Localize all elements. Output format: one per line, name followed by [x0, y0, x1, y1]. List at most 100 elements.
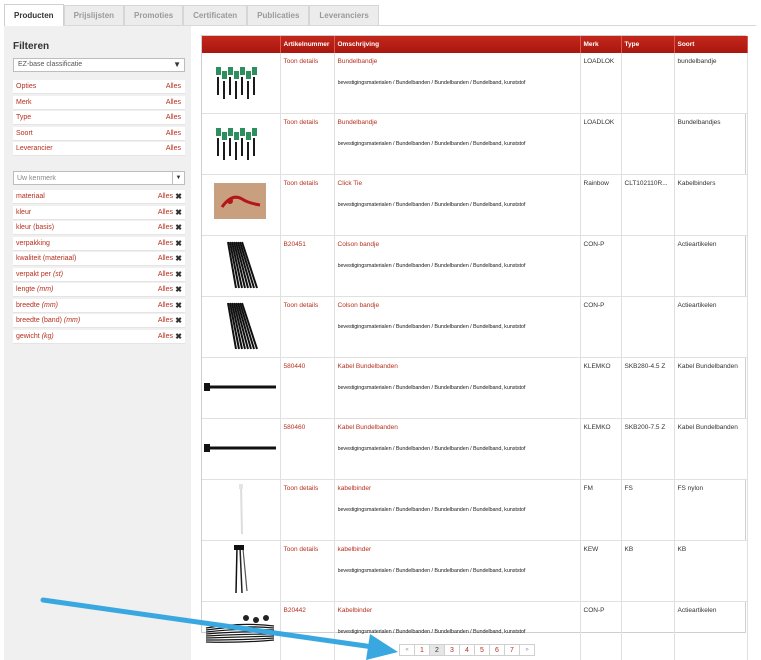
kenmerk-row[interactable]: verpakt per (st) Alles ✖ — [13, 267, 185, 282]
pager-page-4[interactable]: 4 — [459, 644, 475, 656]
product-link[interactable]: Bundelbandje — [338, 58, 577, 65]
kenmerk-value[interactable]: Alles — [158, 255, 173, 262]
pager-next-button[interactable]: » — [519, 644, 535, 656]
kenmerk-row[interactable]: breedte (band) (mm) Alles ✖ — [13, 314, 185, 328]
filter-value[interactable]: Alles — [166, 145, 181, 152]
artikel-link[interactable]: Toon details — [284, 302, 319, 309]
kenmerk-row[interactable]: materiaal Alles ✖ — [13, 190, 185, 204]
table-row[interactable]: Toon details Click Tie bevestigingsmateria… — [202, 174, 748, 236]
column-header[interactable]: Soort — [674, 36, 748, 53]
image-cell[interactable] — [202, 113, 281, 175]
kenmerk-search[interactable]: ▼ — [13, 171, 185, 185]
kenmerk-row[interactable]: lengte (mm) Alles ✖ — [13, 283, 185, 297]
kenmerk-dropdown-button[interactable]: ▼ — [172, 172, 184, 184]
artikel-link[interactable]: 580440 — [284, 363, 306, 370]
remove-icon[interactable]: ✖ — [175, 332, 182, 341]
product-link[interactable]: kabelbinder — [338, 485, 577, 492]
image-cell[interactable] — [202, 540, 281, 602]
remove-icon[interactable]: ✖ — [175, 208, 182, 217]
column-header[interactable] — [202, 36, 281, 53]
image-cell[interactable] — [202, 357, 281, 419]
kenmerk-row[interactable]: breedte (mm) Alles ✖ — [13, 298, 185, 313]
filter-value[interactable]: Alles — [166, 83, 181, 90]
product-link[interactable]: Kabelbinder — [338, 607, 577, 614]
pager-page-2[interactable]: 2 — [429, 644, 445, 656]
image-cell[interactable] — [202, 418, 281, 480]
kenmerk-row[interactable]: kwaliteit (materiaal) Alles ✖ — [13, 252, 185, 266]
product-image[interactable] — [202, 419, 280, 477]
product-link[interactable]: Colson bandje — [338, 241, 577, 248]
table-row[interactable]: Toon details Bundelbandje bevestigingsmate… — [202, 113, 748, 175]
image-cell[interactable] — [202, 479, 281, 541]
kenmerk-value[interactable]: Alles — [158, 333, 173, 340]
pager-page-7[interactable]: 7 — [504, 644, 520, 656]
table-row[interactable]: B20451 Colson bandje bevestigingsmateriale… — [202, 235, 748, 297]
product-image[interactable] — [202, 358, 280, 416]
tab-publicaties[interactable]: Publicaties — [247, 5, 310, 25]
filter-row-merk[interactable]: Merk Alles — [13, 95, 185, 110]
kenmerk-row[interactable]: kleur (basis) Alles ✖ — [13, 221, 185, 235]
kenmerk-value[interactable]: Alles — [158, 286, 173, 293]
image-cell[interactable] — [202, 296, 281, 358]
pager-page-1[interactable]: 1 — [414, 644, 430, 656]
tab-certificaten[interactable]: Certificaten — [183, 5, 248, 25]
kenmerk-value[interactable]: Alles — [158, 224, 173, 231]
filter-row-opties[interactable]: Opties Alles — [13, 80, 185, 94]
remove-icon[interactable]: ✖ — [175, 316, 182, 325]
column-header[interactable]: Omschrijving — [334, 36, 581, 53]
artikel-link[interactable]: Toon details — [284, 58, 319, 65]
product-link[interactable]: kabelbinder — [338, 546, 577, 553]
remove-icon[interactable]: ✖ — [175, 223, 182, 232]
remove-icon[interactable]: ✖ — [175, 254, 182, 263]
kenmerk-value[interactable]: Alles — [158, 240, 173, 247]
product-link[interactable]: Kabel Bundelbanden — [338, 424, 577, 431]
tab-promoties[interactable]: Promoties — [124, 5, 184, 25]
kenmerk-row[interactable]: gewicht (kg) Alles ✖ — [13, 329, 185, 344]
product-link[interactable]: Colson bandje — [338, 302, 577, 309]
artikel-link[interactable]: B20451 — [284, 241, 306, 248]
filter-row-leverancier[interactable]: Leverancier Alles — [13, 142, 185, 156]
filter-value[interactable]: Alles — [166, 99, 181, 106]
column-header[interactable]: Artikelnummer — [280, 36, 335, 53]
tab-leveranciers[interactable]: Leveranciers — [309, 5, 379, 25]
kenmerk-value[interactable]: Alles — [158, 193, 173, 200]
product-image[interactable] — [202, 53, 280, 111]
classification-select[interactable]: EZ-base classificatie ▼ — [13, 58, 185, 72]
artikel-link[interactable]: Toon details — [284, 119, 319, 126]
column-header[interactable]: Merk — [580, 36, 622, 53]
table-row[interactable]: Toon details Colson bandje bevestigingsmat… — [202, 296, 748, 358]
filter-value[interactable]: Alles — [166, 130, 181, 137]
column-header[interactable]: Type — [621, 36, 675, 53]
pager-page-3[interactable]: 3 — [444, 644, 460, 656]
product-image[interactable] — [202, 175, 280, 233]
filter-value[interactable]: Alles — [166, 114, 181, 121]
kenmerk-value[interactable]: Alles — [158, 271, 173, 278]
product-image[interactable] — [202, 297, 280, 355]
remove-icon[interactable]: ✖ — [175, 192, 182, 201]
remove-icon[interactable]: ✖ — [175, 301, 182, 310]
tab-prijslijsten[interactable]: Prijslijsten — [63, 5, 125, 25]
table-row[interactable]: Toon details Bundelbandje bevestigingsmate… — [202, 53, 748, 114]
product-image[interactable] — [202, 541, 280, 599]
tab-producten[interactable]: Producten — [4, 4, 64, 26]
remove-icon[interactable]: ✖ — [175, 285, 182, 294]
artikel-link[interactable]: 580460 — [284, 424, 306, 431]
product-image[interactable] — [202, 602, 280, 660]
image-cell[interactable] — [202, 601, 281, 660]
remove-icon[interactable]: ✖ — [175, 239, 182, 248]
kenmerk-value[interactable]: Alles — [158, 317, 173, 324]
product-image[interactable] — [202, 236, 280, 294]
artikel-link[interactable]: Toon details — [284, 180, 319, 187]
filter-row-soort[interactable]: Soort Alles — [13, 126, 185, 141]
artikel-link[interactable]: Toon details — [284, 546, 319, 553]
remove-icon[interactable]: ✖ — [175, 270, 182, 279]
table-row[interactable]: Toon details kabelbinder bevestigingsmater… — [202, 540, 748, 602]
product-link[interactable]: Bundelbandje — [338, 119, 577, 126]
image-cell[interactable] — [202, 174, 281, 236]
image-cell[interactable] — [202, 235, 281, 297]
kenmerk-value[interactable]: Alles — [158, 209, 173, 216]
product-image[interactable] — [202, 114, 280, 172]
kenmerk-row[interactable]: verpakking Alles ✖ — [13, 236, 185, 251]
table-row[interactable]: 580460 Kabel Bundelbanden bevestigingsmate… — [202, 418, 748, 480]
product-link[interactable]: Kabel Bundelbanden — [338, 363, 577, 370]
